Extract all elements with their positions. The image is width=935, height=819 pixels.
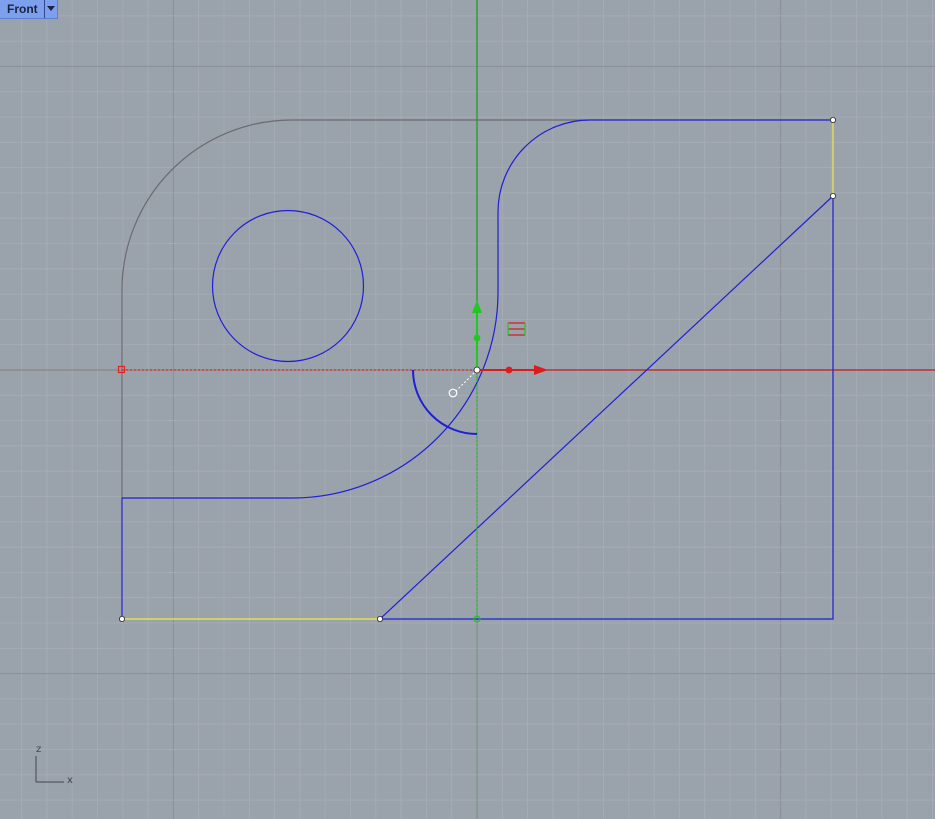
control-point[interactable] bbox=[830, 192, 837, 199]
gumball-origin-handle[interactable] bbox=[473, 366, 481, 374]
move-x-arrow-icon[interactable] bbox=[477, 365, 548, 375]
control-point[interactable] bbox=[830, 117, 837, 124]
control-point[interactable] bbox=[119, 616, 126, 623]
scale-x-handle-icon[interactable] bbox=[505, 366, 513, 374]
gumball-menu-icon[interactable] bbox=[507, 322, 526, 336]
axis-widget-z-label: z bbox=[36, 744, 41, 755]
viewport-canvas[interactable]: z x bbox=[0, 0, 935, 819]
axis-widget: z x bbox=[35, 744, 73, 786]
dropdown-triangle-icon[interactable] bbox=[43, 0, 57, 18]
viewport-title[interactable]: Front bbox=[0, 0, 44, 18]
control-point[interactable] bbox=[376, 616, 383, 623]
outline-curve-unselected[interactable] bbox=[121, 119, 588, 498]
viewport-title-tab[interactable]: Front bbox=[0, 0, 58, 19]
diagonal-line[interactable] bbox=[379, 195, 834, 620]
construction-grid bbox=[0, 0, 935, 819]
axis-widget-x-label: x bbox=[67, 775, 73, 786]
scale-z-handle-icon[interactable] bbox=[473, 334, 481, 342]
hole-circle[interactable] bbox=[211, 209, 365, 363]
front-viewport[interactable]: z x Front bbox=[0, 0, 935, 819]
